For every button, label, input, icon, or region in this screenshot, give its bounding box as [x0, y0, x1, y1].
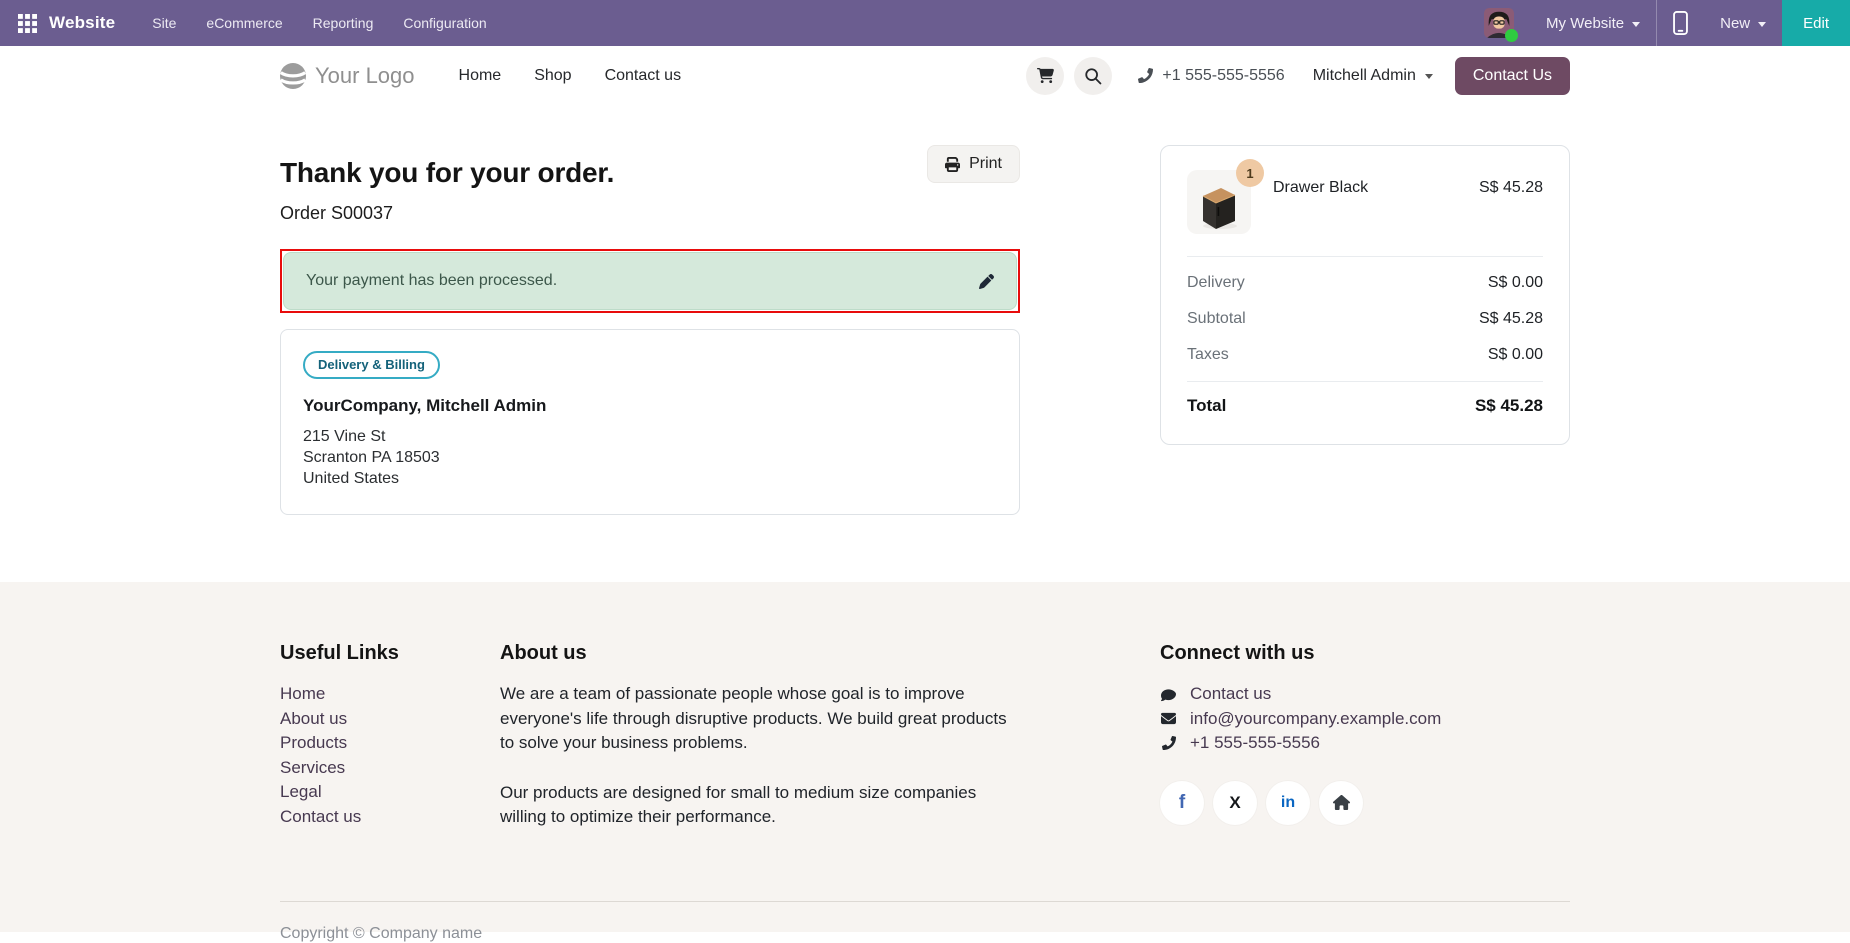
copyright-text: Copyright © Company name	[280, 925, 482, 942]
main-content: Thank you for your order. Print Order S0…	[0, 105, 1850, 582]
phone-icon	[1160, 736, 1177, 750]
footer-link-about-us[interactable]: About us	[280, 707, 500, 732]
nav-shop[interactable]: Shop	[534, 67, 571, 85]
social-links: f X in	[1160, 781, 1570, 825]
footer-phone-link[interactable]: +1 555-555-5556	[1160, 731, 1570, 756]
footer-link-services[interactable]: Services	[280, 756, 500, 781]
order-summary-card: 1 Drawer Black S$ 45.28 Delivery S$ 0.00…	[1160, 145, 1570, 445]
footer-heading-useful-links: Useful Links	[280, 642, 500, 665]
mobile-preview-button[interactable]	[1657, 0, 1704, 46]
divider	[1187, 256, 1543, 257]
app-name[interactable]: Website	[49, 13, 115, 33]
comment-icon	[1160, 687, 1177, 702]
order-line-item: 1 Drawer Black S$ 45.28	[1187, 170, 1543, 234]
footer-link-home[interactable]: Home	[280, 682, 500, 707]
product-image: 1	[1187, 170, 1251, 234]
footer-heading-connect: Connect with us	[1160, 642, 1570, 665]
product-name: Drawer Black	[1273, 170, 1368, 197]
footer-contact-us-link[interactable]: Contact us	[1160, 682, 1570, 707]
copyright-bar: Copyright © Company name	[280, 901, 1570, 943]
phone-icon	[1138, 68, 1153, 83]
chevron-down-icon	[1632, 22, 1640, 27]
menu-ecommerce[interactable]: eCommerce	[191, 0, 297, 46]
edit-button[interactable]: Edit	[1782, 0, 1850, 46]
address-line: 215 Vine St	[303, 426, 997, 447]
order-reference: Order S00037	[280, 203, 1020, 224]
menu-site[interactable]: Site	[137, 0, 191, 46]
nav-home[interactable]: Home	[459, 67, 502, 85]
about-paragraph-1: We are a team of passionate people whose…	[500, 682, 1015, 756]
product-price: S$ 45.28	[1479, 170, 1543, 197]
footer-link-contact-us[interactable]: Contact us	[280, 805, 500, 830]
address-line: Scranton PA 18503	[303, 447, 997, 468]
twitter-x-icon[interactable]: X	[1213, 781, 1257, 825]
quantity-badge: 1	[1236, 159, 1264, 187]
summary-row-total: Total S$ 45.28	[1187, 382, 1543, 418]
footer-link-products[interactable]: Products	[280, 731, 500, 756]
address-name: YourCompany, Mitchell Admin	[303, 396, 997, 416]
search-button[interactable]	[1074, 57, 1112, 95]
page-title: Thank you for your order.	[280, 157, 614, 189]
chevron-down-icon	[1758, 22, 1766, 27]
delivery-billing-card: Delivery & Billing YourCompany, Mitchell…	[280, 329, 1020, 515]
footer-email-link[interactable]: info@yourcompany.example.com	[1160, 707, 1570, 732]
summary-row-taxes: Taxes S$ 0.00	[1187, 337, 1543, 373]
summary-row-subtotal: Subtotal S$ 45.28	[1187, 301, 1543, 337]
linkedin-icon[interactable]: in	[1266, 781, 1310, 825]
site-logo[interactable]: Your Logo	[280, 63, 415, 89]
chevron-down-icon	[1425, 74, 1433, 79]
site-footer: Useful Links Home About us Products Serv…	[0, 582, 1850, 932]
delivery-billing-badge: Delivery & Billing	[303, 351, 440, 379]
cart-icon	[1037, 67, 1054, 84]
site-nav: Home Shop Contact us	[459, 67, 682, 85]
logo-sphere-icon	[280, 63, 306, 89]
menu-configuration[interactable]: Configuration	[388, 0, 501, 46]
print-icon	[945, 157, 960, 172]
print-button[interactable]: Print	[927, 145, 1020, 183]
address-line: United States	[303, 468, 997, 489]
summary-row-delivery: Delivery S$ 0.00	[1187, 265, 1543, 301]
editor-highlight-outline: Your payment has been processed.	[280, 249, 1020, 313]
site-header: Your Logo Home Shop Contact us +1 555-55…	[0, 46, 1850, 105]
pencil-icon[interactable]	[979, 274, 994, 289]
online-status-dot	[1505, 29, 1518, 42]
backend-topbar: Website Site eCommerce Reporting Configu…	[0, 0, 1850, 46]
website-switcher[interactable]: My Website	[1530, 0, 1656, 46]
mobile-icon	[1673, 11, 1688, 35]
menu-reporting[interactable]: Reporting	[298, 0, 389, 46]
cart-button[interactable]	[1026, 57, 1064, 95]
home-icon[interactable]	[1319, 781, 1363, 825]
footer-heading-about-us: About us	[500, 642, 1015, 665]
user-avatar[interactable]	[1484, 8, 1514, 38]
contact-us-button[interactable]: Contact Us	[1455, 57, 1570, 95]
user-account-menu[interactable]: Mitchell Admin	[1313, 67, 1433, 85]
header-phone-link[interactable]: +1 555-555-5556	[1138, 67, 1284, 85]
about-paragraph-2: Our products are designed for small to m…	[500, 781, 1015, 830]
footer-link-legal[interactable]: Legal	[280, 780, 500, 805]
nav-contact-us[interactable]: Contact us	[605, 67, 681, 85]
envelope-icon	[1160, 711, 1177, 726]
apps-grid-icon[interactable]	[18, 14, 37, 33]
payment-status-alert: Your payment has been processed.	[283, 252, 1017, 310]
alert-message: Your payment has been processed.	[306, 272, 557, 290]
search-icon	[1084, 67, 1102, 85]
facebook-icon[interactable]: f	[1160, 781, 1204, 825]
new-content-button[interactable]: New	[1704, 0, 1782, 46]
